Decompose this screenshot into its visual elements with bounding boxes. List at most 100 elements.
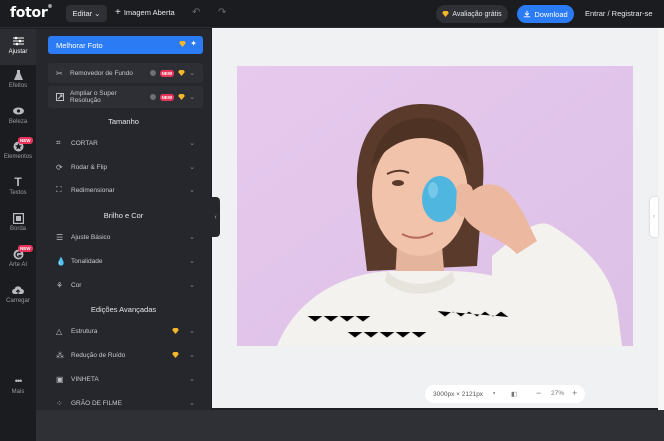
enhance-photo-label: Melhorar Foto — [56, 40, 103, 50]
chevron-down-icon: ⌄ — [189, 328, 195, 335]
chevron-down-icon: ⌄ — [189, 234, 195, 241]
vignette-label: VINHETA — [71, 375, 99, 383]
bottom-bar — [0, 410, 664, 441]
rail-item-texts[interactable]: T Textos — [0, 175, 36, 196]
color-circles-icon: ⚘ — [56, 280, 64, 290]
rail-item-upload[interactable]: Carregar — [0, 284, 36, 304]
rail-item-border[interactable]: Borda — [0, 212, 36, 232]
new-badge: NEW — [18, 245, 33, 252]
rail-item-ai-art[interactable]: NEW Arte AI — [0, 245, 36, 268]
rotate-flip-label: Rodar & Flip — [71, 163, 108, 171]
collapse-panel-handle[interactable]: ‹ — [211, 197, 220, 237]
rail-item-adjust[interactable]: Ajustar — [0, 29, 36, 65]
crop-label: CORTAR — [71, 139, 98, 147]
fotor-logo[interactable]: fotor® — [10, 4, 52, 21]
open-image-label: Imagem Aberta — [123, 8, 175, 17]
noise-icon: ⁂ — [56, 350, 64, 360]
tone-label: Tonalidade — [71, 257, 103, 265]
color-label: Cor — [71, 281, 82, 289]
rail-item-effects[interactable]: Efeitos — [0, 69, 36, 89]
basic-adjust-label: Ajuste Básico — [71, 233, 111, 241]
expand-right-handle[interactable]: ‹ — [650, 197, 658, 237]
triangle-icon: △ — [56, 326, 63, 336]
tone-item[interactable]: 💧 Tonalidade ⌄ — [48, 250, 203, 272]
background-remover-item[interactable]: ✂ Removedor de Fundo NEW ⌄ — [48, 63, 203, 83]
section-advanced-title: Edições Avançadas — [90, 305, 157, 314]
open-image-button[interactable]: + Imagem Aberta — [115, 7, 175, 17]
redo-icon[interactable]: ↷ — [218, 8, 226, 18]
noise-reduction-item[interactable]: ⁂ Redução de Ruído ⌄ — [48, 344, 203, 366]
chevron-down-icon: ⌄ — [189, 140, 195, 147]
resize-icon: ⛶ — [56, 185, 62, 194]
rail-bottom — [0, 410, 36, 441]
adjust-panel: Melhorar Foto ✦ ✂ Removedor de Fundo NEW… — [36, 29, 211, 410]
download-label: Download — [534, 9, 568, 19]
film-grain-label: GRÃO DE FILME — [71, 399, 122, 407]
grain-icon: ⁘ — [56, 398, 63, 408]
structure-item[interactable]: △ Estrutura ⌄ — [48, 320, 203, 342]
section-size-title: Tamanho — [108, 117, 139, 126]
rail-label-effects: Efeitos — [8, 83, 28, 89]
enhance-photo-button[interactable]: Melhorar Foto ✦ — [48, 36, 203, 54]
sliders-icon: ☰ — [56, 232, 64, 242]
chevron-left-icon: ‹ — [214, 213, 217, 221]
rail-label-more: Mais — [11, 389, 25, 395]
zoom-out-icon[interactable]: − — [536, 388, 541, 398]
undo-icon[interactable]: ↶ — [192, 8, 200, 18]
fotor-editor: fotor® Editar ⌄ + Imagem Aberta ↶ ↷ Aval… — [0, 0, 664, 441]
sliders-icon — [12, 35, 24, 47]
chevron-down-icon: ⌄ — [189, 164, 195, 171]
rail-label-elements: Elementos — [3, 154, 33, 160]
chevron-down-icon: ⌄ — [189, 94, 195, 101]
chevron-down-icon: ⌄ — [189, 376, 195, 383]
edit-menu-label: Editar — [72, 9, 93, 18]
super-resolution-label: Ampliar o Super Resolução — [70, 90, 117, 104]
image-icon[interactable]: ▪ — [493, 390, 495, 397]
background-remover-label: Removedor de Fundo — [70, 69, 133, 77]
right-edge — [658, 28, 664, 410]
compare-icon[interactable]: ◧ — [511, 390, 517, 398]
resize-item[interactable]: ⛶ Redimensionar ⌄ — [48, 179, 203, 201]
structure-label: Estrutura — [71, 327, 98, 335]
ai-icon — [149, 70, 156, 76]
scissors-icon: ✂ — [56, 68, 63, 78]
chevron-down-icon: ⌄ — [189, 282, 195, 289]
rail-label-ai-art: Arte AI — [8, 262, 27, 268]
image-dimensions: 3000px × 2121px — [433, 390, 484, 398]
rail-item-beauty[interactable]: Beleza — [0, 105, 36, 125]
frame-icon — [12, 212, 24, 224]
new-badge: NEW — [159, 69, 175, 77]
crop-item[interactable]: ⌗ CORTAR ⌄ — [48, 132, 203, 154]
new-badge: NEW — [159, 93, 175, 101]
gem-icon — [172, 352, 179, 358]
zoom-bar: 3000px × 2121px ▪ ◧ − 27% + — [425, 385, 585, 403]
download-button[interactable]: Download — [517, 5, 574, 23]
more-icon: ••• — [14, 376, 22, 386]
login-register-link[interactable]: Entrar / Registrar-se — [585, 9, 653, 18]
color-item[interactable]: ⚘ Cor ⌄ — [48, 274, 203, 296]
upscale-icon — [56, 93, 65, 101]
rail-label-upload: Carregar — [6, 298, 30, 304]
zoom-in-icon[interactable]: + — [572, 388, 577, 398]
rail-label-border: Borda — [9, 226, 26, 232]
download-icon — [524, 10, 531, 18]
edit-menu-button[interactable]: Editar ⌄ — [66, 5, 107, 22]
vignette-item[interactable]: ▣ VINHETA ⌄ — [48, 368, 203, 390]
basic-adjust-item[interactable]: ☰ Ajuste Básico ⌄ — [48, 226, 203, 248]
text-icon: T — [14, 175, 22, 189]
super-resolution-item[interactable]: Ampliar o Super Resolução NEW ⌄ — [48, 86, 203, 108]
noise-reduction-label: Redução de Ruído — [71, 351, 126, 359]
gem-icon — [178, 70, 185, 76]
magic-wand-icon: ✦ — [190, 39, 197, 48]
free-trial-button[interactable]: Avaliação grátis — [436, 5, 508, 23]
film-grain-item[interactable]: ⁘ GRÃO DE FILME ⌄ — [48, 392, 203, 410]
drop-icon: 💧 — [56, 256, 66, 266]
chevron-down-icon: ⌄ — [189, 187, 195, 194]
rail-item-more[interactable]: ••• Mais — [0, 375, 36, 395]
top-bar: fotor® Editar ⌄ + Imagem Aberta ↶ ↷ Aval… — [0, 0, 664, 28]
edited-photo[interactable] — [237, 66, 633, 346]
gem-icon — [442, 11, 450, 17]
rail-item-elements[interactable]: NEW Elementos — [0, 137, 36, 160]
rotate-flip-item[interactable]: ⟳ Rodar & Flip ⌄ — [48, 156, 203, 178]
rail-label-adjust: Ajustar — [8, 49, 28, 55]
